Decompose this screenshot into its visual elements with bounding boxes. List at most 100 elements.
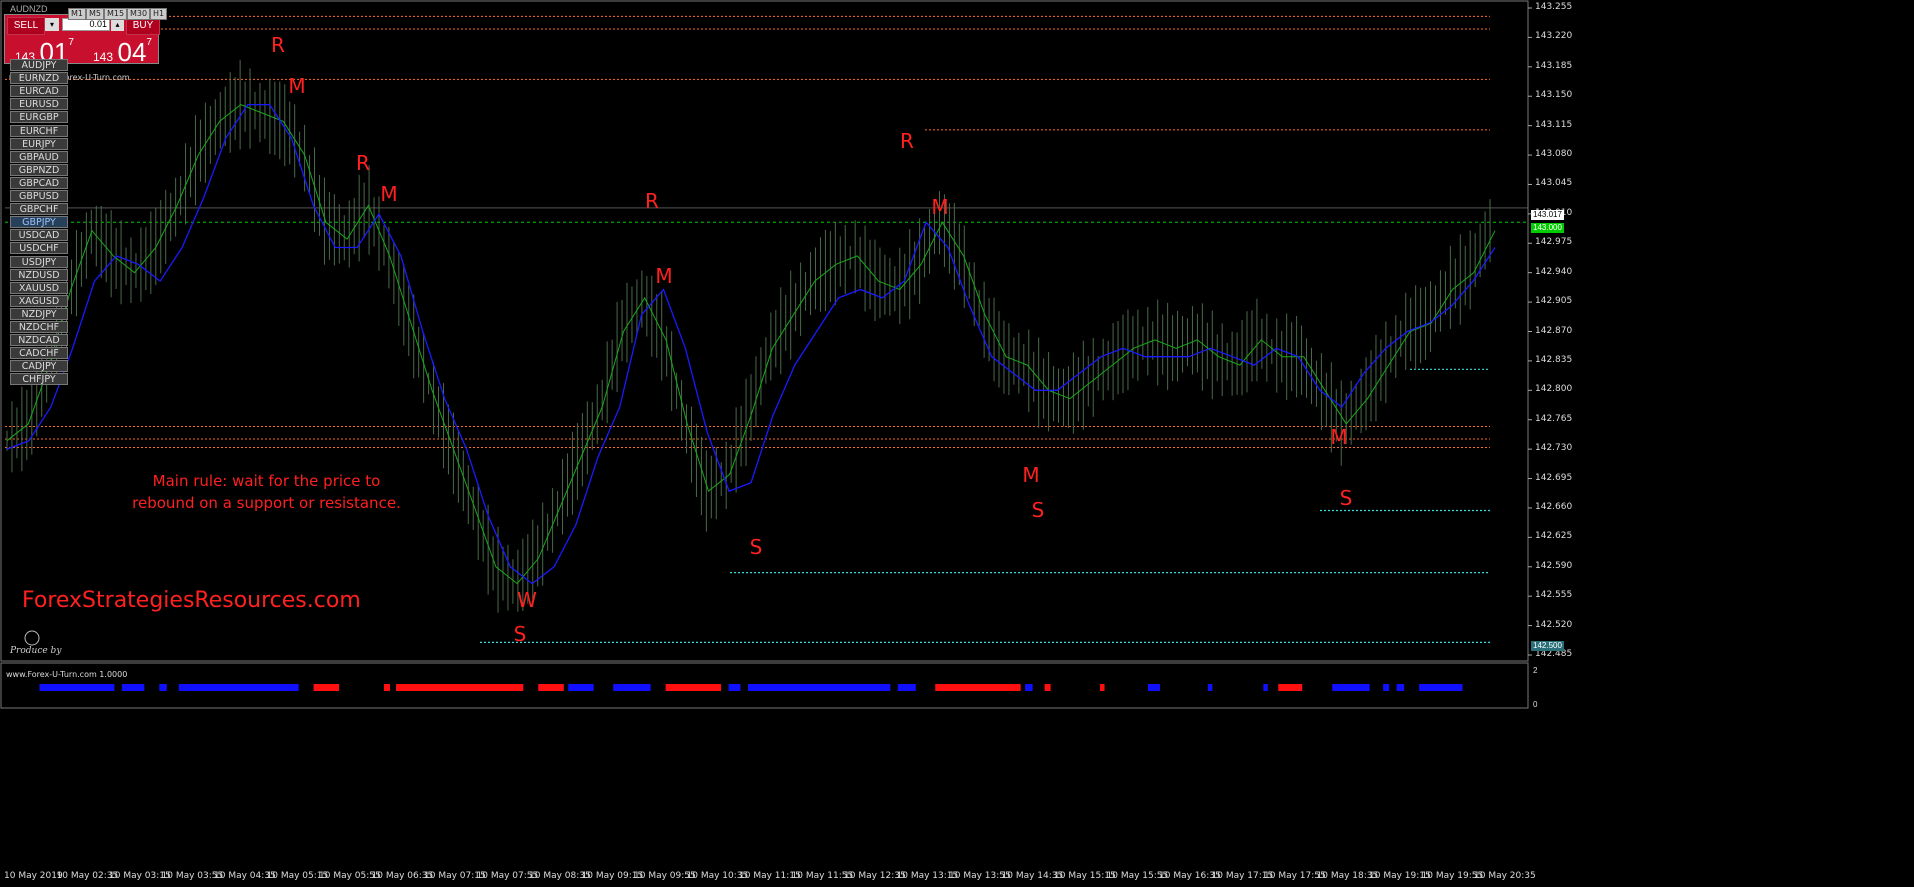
price-tick-label: 142.800 <box>1535 384 1573 395</box>
resistance-mark: R <box>356 151 370 175</box>
ma-cross-mark: M <box>655 264 673 288</box>
price-tick-label: 143.255 <box>1535 2 1573 12</box>
level-price-tag: 143.000 <box>1531 223 1564 233</box>
indicator-histogram <box>39 684 1463 691</box>
price-tick-label: 143.185 <box>1535 60 1573 71</box>
pair-button-eurjpy[interactable]: EURJPY <box>10 137 68 150</box>
bear-block <box>1100 684 1105 691</box>
price-tick-label: 142.905 <box>1535 296 1573 307</box>
bull-block <box>748 684 891 691</box>
bull-block <box>1025 684 1033 691</box>
bear-block <box>935 684 1021 691</box>
bull-block <box>1263 684 1268 691</box>
bull-block <box>728 684 741 691</box>
indicator-scale-bottom: 0 <box>1533 700 1538 709</box>
price-tick-label: 143.150 <box>1535 90 1573 101</box>
pair-button-eurnzd[interactable]: EURNZD <box>10 72 68 85</box>
one-click-trade-panel: SELL ▾ 0.01 ▴ BUY 143 017 143 047 <box>4 14 160 67</box>
pair-button-gbpnzd[interactable]: GBPNZD <box>10 163 68 176</box>
resistance-mark: R <box>645 189 659 213</box>
support-price-tag: 142.500 <box>1531 641 1564 651</box>
pair-button-nzdcad[interactable]: NZDCAD <box>10 334 68 347</box>
pair-button-usdjpy[interactable]: USDJPY <box>10 255 68 268</box>
bull-block <box>1396 684 1405 691</box>
bull-block <box>39 684 115 691</box>
ask-price[interactable]: 143 047 <box>93 37 152 68</box>
svg-text:Produce by: Produce by <box>9 646 62 656</box>
price-tick-label: 143.220 <box>1535 31 1573 42</box>
ma-cross-mark: M <box>1022 463 1040 487</box>
pair-button-gbpcad[interactable]: GBPCAD <box>10 176 68 189</box>
timeframe-m1[interactable]: M1 <box>68 8 86 20</box>
support-mark: S <box>1031 498 1045 522</box>
bull-block <box>178 684 299 691</box>
pair-button-xauusd[interactable]: XAUUSD <box>10 281 68 294</box>
timeframe-m5[interactable]: M5 <box>86 8 104 20</box>
support-mark: S <box>749 535 763 559</box>
pair-button-usdcad[interactable]: USDCAD <box>10 229 68 242</box>
symbol-label: AUDNZD <box>10 4 48 14</box>
pair-button-eurusd[interactable]: EURUSD <box>10 98 68 111</box>
pair-button-xagusd[interactable]: XAGUSD <box>10 294 68 307</box>
price-tick-label: 142.870 <box>1535 325 1573 336</box>
bull-block <box>1383 684 1390 691</box>
price-tick-label: 142.625 <box>1535 531 1573 542</box>
sell-button[interactable]: SELL <box>7 17 45 35</box>
price-tick-label: 142.695 <box>1535 472 1573 483</box>
pair-button-gbpchf[interactable]: GBPCHF <box>10 203 68 216</box>
time-tick-label: 10 May 20:35 <box>1474 871 1536 881</box>
timeframe-h1[interactable]: H1 <box>150 8 168 20</box>
pair-button-cadchf[interactable]: CADCHF <box>10 347 68 360</box>
bear-block <box>665 684 722 691</box>
price-tick-label: 142.975 <box>1535 237 1573 248</box>
bull-block <box>613 684 651 691</box>
price-tick-label: 142.730 <box>1535 443 1573 454</box>
bull-block <box>1332 684 1370 691</box>
pair-button-audjpy[interactable]: AUDJPY <box>10 59 68 71</box>
logo: Produce by <box>8 628 72 656</box>
price-tick-label: 142.835 <box>1535 354 1573 365</box>
bear-block <box>383 684 390 691</box>
price-bars <box>6 59 1491 613</box>
pair-button-nzdusd[interactable]: NZDUSD <box>10 268 68 281</box>
pair-button-eurcad[interactable]: EURCAD <box>10 85 68 98</box>
support-mark: S <box>1339 486 1353 510</box>
bear-block <box>313 684 340 691</box>
timeframe-m15[interactable]: M15 <box>104 8 128 20</box>
bear-block <box>538 684 564 691</box>
ma-cross-mark: M <box>288 74 306 98</box>
bull-block <box>568 684 594 691</box>
lot-down-icon[interactable]: ▾ <box>45 18 59 31</box>
bear-block <box>1044 684 1051 691</box>
bull-block <box>1207 684 1213 691</box>
timeframe-m30[interactable]: M30 <box>127 8 151 20</box>
main-rule-annotation: Main rule: wait for the price to rebound… <box>132 472 401 512</box>
pair-button-gbpaud[interactable]: GBPAUD <box>10 150 68 163</box>
pair-button-nzdchf[interactable]: NZDCHF <box>10 321 68 333</box>
price-tick-label: 143.045 <box>1535 178 1573 189</box>
price-tick-label: 142.765 <box>1535 413 1573 424</box>
price-tick-label: 143.010 <box>1535 208 1910 218</box>
price-tick-label: 142.520 <box>1535 619 1573 630</box>
pair-button-chfjpy[interactable]: CHFJPY <box>10 373 68 386</box>
ma-cross-mark: M <box>931 195 949 219</box>
pair-button-gbpusd[interactable]: GBPUSD <box>10 190 68 202</box>
pair-button-eurgbp[interactable]: EURGBP <box>10 111 68 124</box>
bull-block <box>897 684 916 691</box>
logo-icon: Produce by <box>9 630 62 656</box>
bull-block <box>159 684 167 691</box>
price-tick-label: 142.940 <box>1535 266 1573 277</box>
bull-block <box>1419 684 1463 691</box>
pair-button-cadjpy[interactable]: CADJPY <box>10 360 68 373</box>
price-tick-label: 142.555 <box>1535 590 1573 601</box>
resistance-mark: R <box>271 33 285 57</box>
resistance-mark: R <box>900 129 914 153</box>
pair-button-gbpjpy[interactable]: GBPJPY <box>10 216 68 229</box>
pair-button-usdchf[interactable]: USDCHF <box>10 242 68 255</box>
time-tick-label: 10 May 2019 <box>4 871 63 881</box>
indicator-label: www.Forex-U-Turn.com 1.0000 <box>6 670 128 679</box>
pair-button-nzdjpy[interactable]: NZDJPY <box>10 307 68 320</box>
ma-cross-mark: M <box>380 182 398 206</box>
price-tick-label: 142.660 <box>1535 501 1573 512</box>
pair-button-eurchf[interactable]: EURCHF <box>10 124 68 137</box>
